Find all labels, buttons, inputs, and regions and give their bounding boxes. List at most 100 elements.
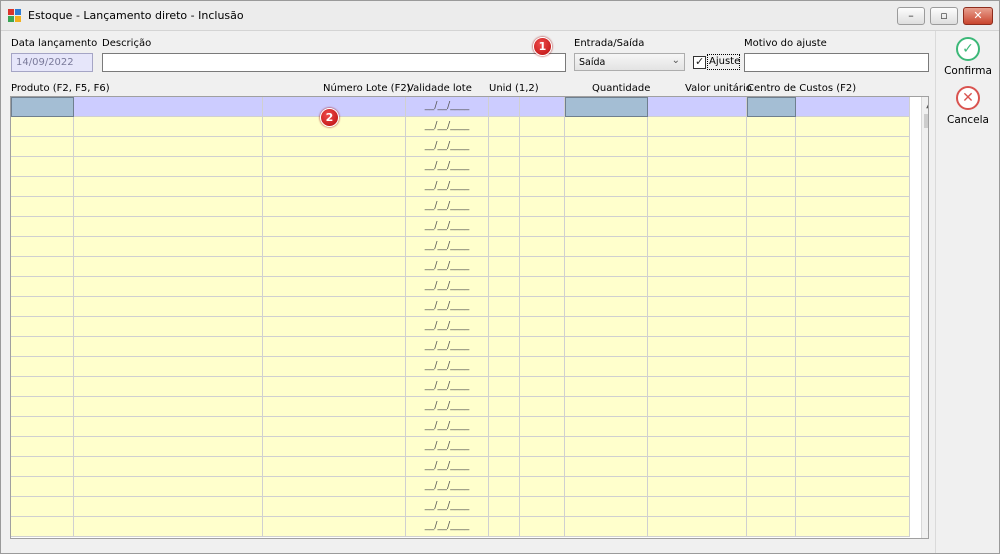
grid-cell[interactable] (520, 197, 565, 217)
data-lancamento-field[interactable]: 14/09/2022 (11, 53, 93, 72)
grid-cell[interactable] (263, 257, 406, 277)
grid-cell[interactable] (648, 197, 747, 217)
grid-cell[interactable] (520, 397, 565, 417)
grid-cell[interactable] (520, 377, 565, 397)
grid-cell[interactable] (489, 237, 520, 257)
grid-cell[interactable] (520, 417, 565, 437)
grid-cell[interactable] (520, 497, 565, 517)
grid-cell[interactable]: __/__/____ (406, 257, 489, 277)
grid-cell[interactable] (796, 357, 910, 377)
grid-cell[interactable] (565, 417, 648, 437)
grid-cell[interactable]: __/__/____ (406, 337, 489, 357)
grid-cell[interactable] (796, 117, 910, 137)
grid-cell[interactable]: __/__/____ (406, 157, 489, 177)
grid-cell[interactable] (263, 157, 406, 177)
grid-cell[interactable] (11, 517, 74, 537)
grid-cell[interactable] (796, 517, 910, 537)
grid-cell[interactable] (565, 517, 648, 537)
grid-cell[interactable] (74, 497, 263, 517)
grid-cell[interactable]: __/__/____ (406, 117, 489, 137)
grid-cell[interactable] (520, 477, 565, 497)
grid-cell[interactable] (489, 297, 520, 317)
grid-cell[interactable]: __/__/____ (406, 237, 489, 257)
grid-cell[interactable] (74, 237, 263, 257)
grid-cell[interactable] (11, 197, 74, 217)
grid-cell[interactable] (796, 377, 910, 397)
grid-cell[interactable] (11, 377, 74, 397)
grid-cell[interactable] (648, 117, 747, 137)
grid-cell[interactable] (796, 197, 910, 217)
grid-cell[interactable] (489, 137, 520, 157)
grid-cell[interactable]: __/__/____ (406, 357, 489, 377)
grid-cell[interactable] (747, 397, 796, 417)
grid-cell[interactable] (263, 497, 406, 517)
entrada-saida-select[interactable]: Saída ⌄ (574, 53, 685, 71)
grid-cell[interactable] (74, 317, 263, 337)
grid-cell[interactable] (565, 397, 648, 417)
grid-cell[interactable] (747, 137, 796, 157)
grid-cell[interactable] (263, 317, 406, 337)
grid-cell[interactable] (796, 337, 910, 357)
grid-cell[interactable] (11, 457, 74, 477)
grid-cell[interactable]: __/__/____ (406, 497, 489, 517)
grid-cell[interactable] (796, 297, 910, 317)
grid-cell[interactable] (263, 357, 406, 377)
grid-cell[interactable] (489, 517, 520, 537)
grid-cell[interactable] (489, 97, 520, 117)
grid-cell[interactable] (565, 177, 648, 197)
maximize-button[interactable]: ▫ (930, 7, 958, 25)
ajuste-checkbox[interactable]: ✓ (693, 55, 706, 69)
grid-cell[interactable] (747, 377, 796, 397)
grid-cell[interactable]: __/__/____ (406, 317, 489, 337)
grid-cell[interactable] (11, 237, 74, 257)
grid-cell[interactable] (74, 457, 263, 477)
grid-cell[interactable] (565, 377, 648, 397)
grid-cell[interactable] (74, 217, 263, 237)
grid-cell[interactable] (796, 257, 910, 277)
grid-cell[interactable] (263, 277, 406, 297)
grid-cell[interactable] (489, 157, 520, 177)
grid-cell[interactable] (11, 137, 74, 157)
grid-cell[interactable] (11, 97, 74, 117)
grid-cell[interactable] (565, 257, 648, 277)
grid-cell[interactable] (489, 277, 520, 297)
grid-cell[interactable] (648, 337, 747, 357)
grid-cell[interactable] (74, 117, 263, 137)
grid-cell[interactable]: __/__/____ (406, 197, 489, 217)
grid-cell[interactable] (648, 457, 747, 477)
grid-cell[interactable] (796, 237, 910, 257)
grid-cell[interactable] (648, 297, 747, 317)
grid-cell[interactable] (489, 257, 520, 277)
grid-cell[interactable] (747, 97, 796, 117)
grid-cell[interactable] (565, 317, 648, 337)
grid-cell[interactable] (74, 337, 263, 357)
grid-cell[interactable] (263, 457, 406, 477)
grid-cell[interactable] (263, 477, 406, 497)
grid-scrollbar[interactable]: ▲ ⌄ (921, 97, 928, 538)
grid-cell[interactable] (11, 277, 74, 297)
grid-cell[interactable] (747, 477, 796, 497)
grid-cell[interactable] (565, 297, 648, 317)
grid-cell[interactable] (796, 457, 910, 477)
grid-cell[interactable] (520, 517, 565, 537)
grid-cell[interactable] (747, 177, 796, 197)
grid-cell[interactable] (11, 337, 74, 357)
grid-cell[interactable] (489, 377, 520, 397)
grid-cell[interactable] (747, 257, 796, 277)
grid-cell[interactable] (11, 257, 74, 277)
grid-cell[interactable] (489, 357, 520, 377)
descricao-field[interactable] (102, 53, 566, 72)
grid-cell[interactable] (796, 177, 910, 197)
grid-cell[interactable] (489, 197, 520, 217)
grid-cell[interactable] (520, 317, 565, 337)
grid-cell[interactable] (263, 517, 406, 537)
grid-cell[interactable] (263, 337, 406, 357)
grid-cell[interactable] (520, 137, 565, 157)
grid-cell[interactable] (520, 117, 565, 137)
grid-cell[interactable] (520, 457, 565, 477)
grid-cell[interactable] (520, 277, 565, 297)
grid-cell[interactable] (74, 437, 263, 457)
grid-cell[interactable] (648, 97, 747, 117)
grid-cell[interactable] (74, 257, 263, 277)
grid-cell[interactable] (565, 457, 648, 477)
